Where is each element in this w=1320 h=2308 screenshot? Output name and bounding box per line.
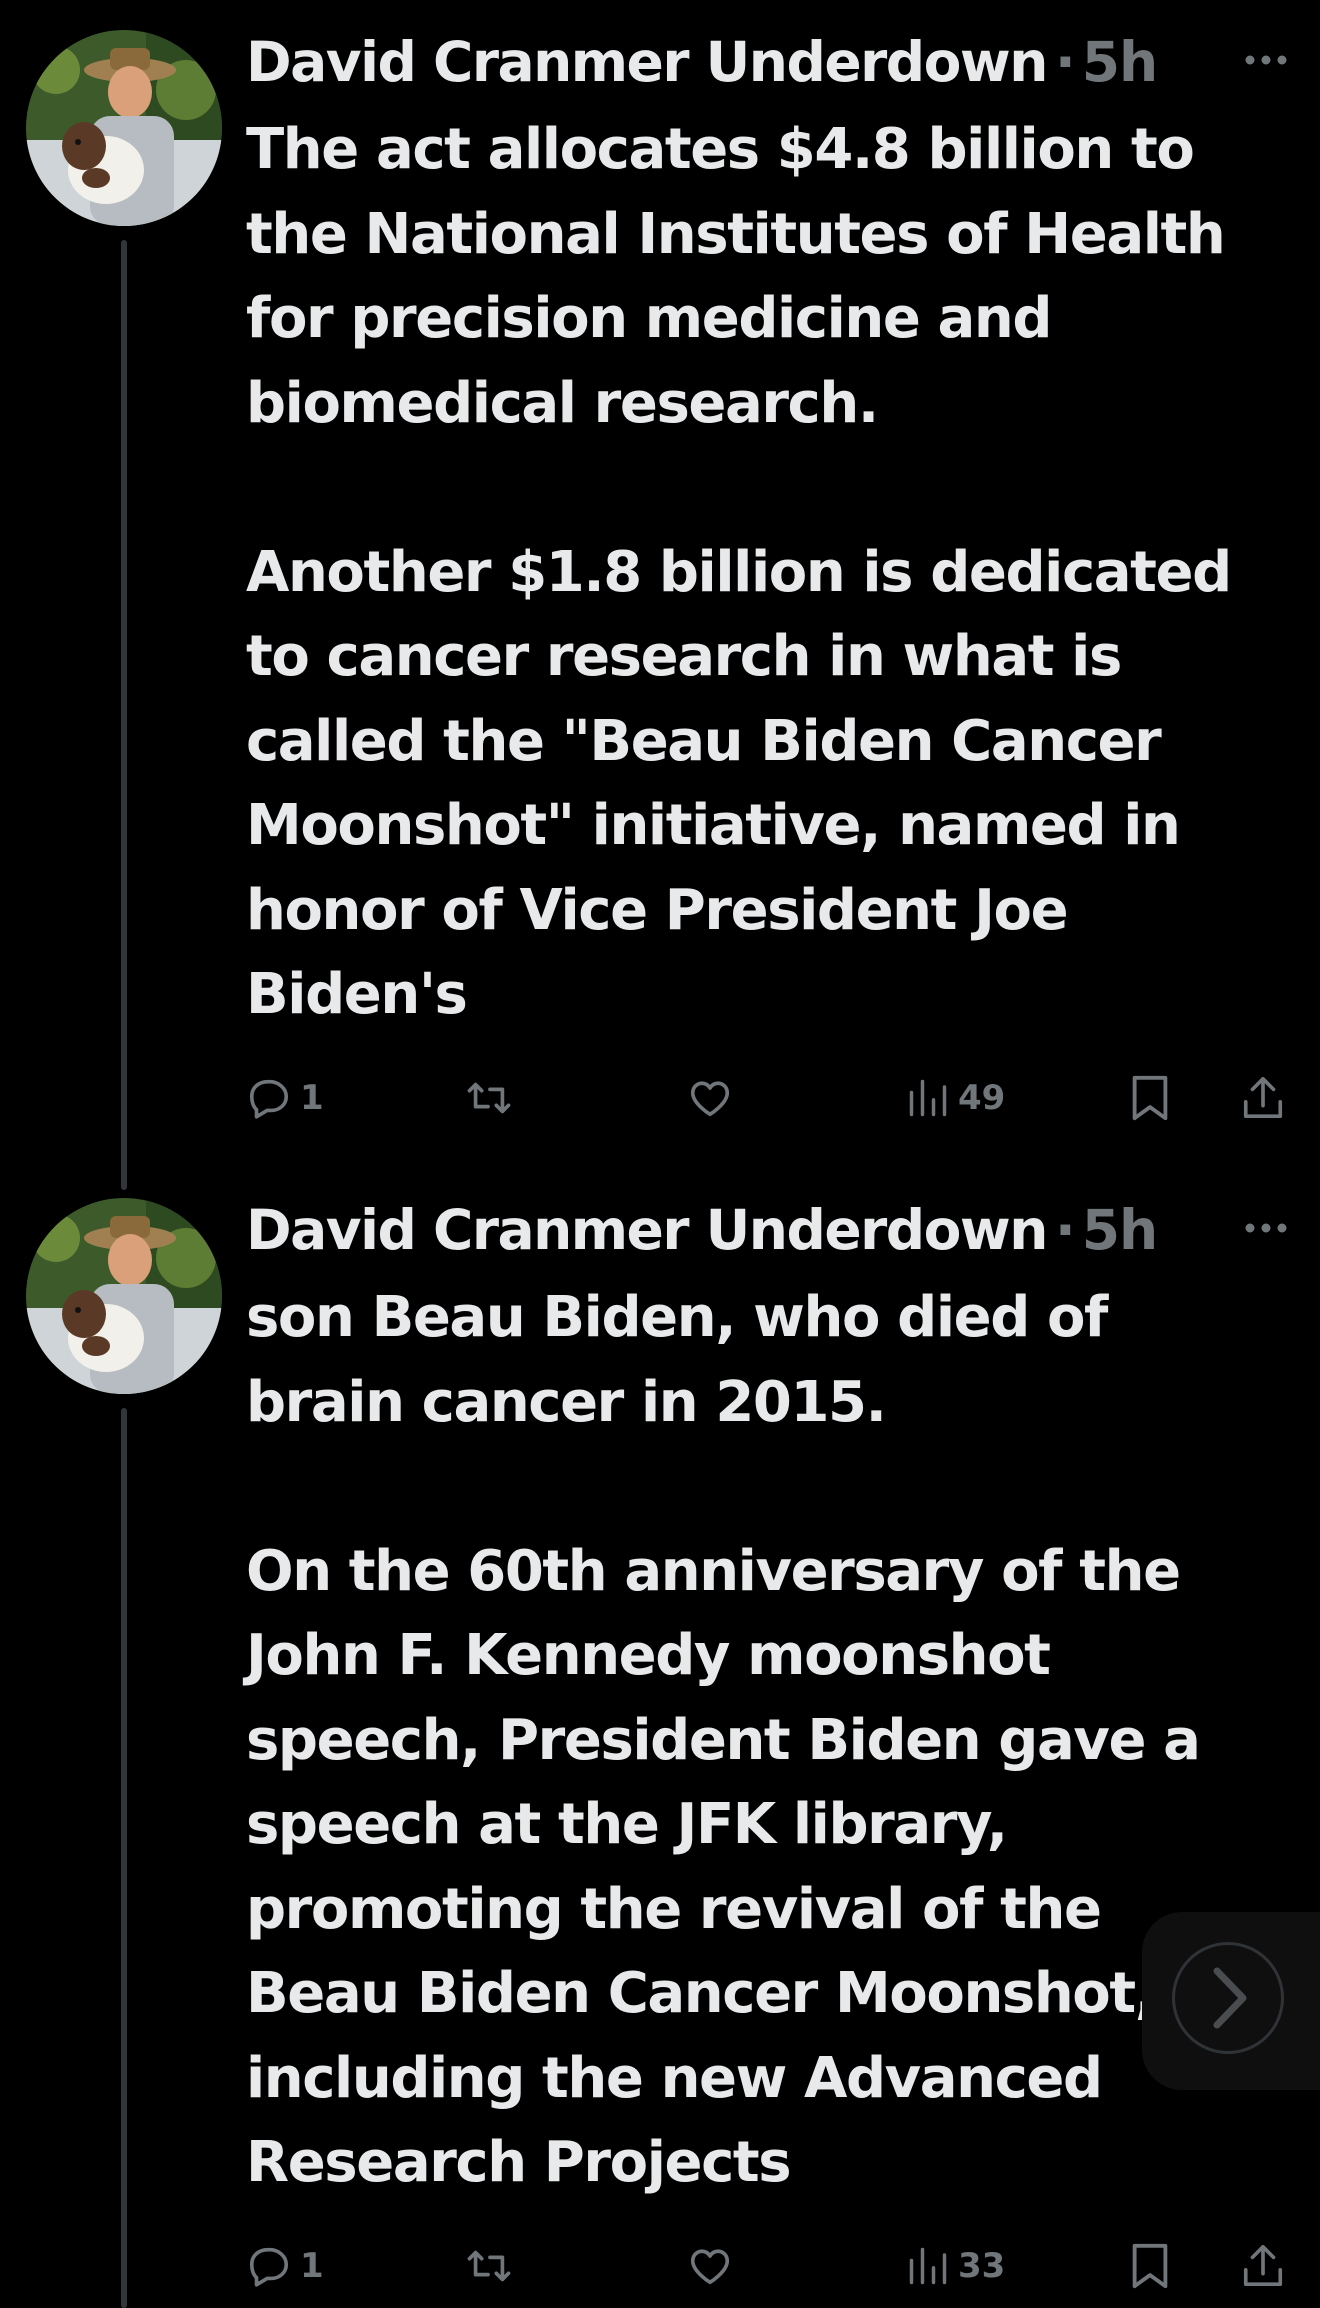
more-horizontal-icon[interactable] <box>1240 34 1292 86</box>
tweet-paragraph: son Beau Biden, who died of brain cancer… <box>246 1285 1108 1435</box>
more-horizontal-icon[interactable] <box>1240 1202 1292 1254</box>
repost-arrows-icon <box>467 2250 511 2282</box>
share-button[interactable] <box>1240 1062 1286 1134</box>
tweet-actions: 1 49 <box>246 1062 1296 1134</box>
share-upload-icon <box>1243 2245 1283 2287</box>
repost-arrows-icon <box>467 1082 511 1114</box>
author-name[interactable]: David Cranmer Underdown <box>246 1198 1048 1262</box>
tweet-paragraph: Another $1.8 billion is dedicated to can… <box>246 539 1232 1028</box>
like-button[interactable] <box>686 2230 742 2302</box>
heart-icon <box>690 2249 730 2285</box>
views-count: 49 <box>958 1078 1006 1118</box>
next-button[interactable] <box>1142 1912 1320 2090</box>
views-count: 33 <box>958 2246 1006 2286</box>
bookmark-button[interactable] <box>1128 1062 1172 1134</box>
reply-button[interactable]: 1 <box>246 1062 324 1134</box>
separator-dot: · <box>1054 30 1076 94</box>
bookmark-icon <box>1132 2243 1168 2289</box>
repost-button[interactable] <box>464 1062 522 1134</box>
views-button[interactable]: 33 <box>906 2230 1005 2302</box>
reply-count: 1 <box>300 1078 324 1118</box>
thread-connector-line <box>121 240 127 1190</box>
tweet-paragraph: The act allocates $4.8 billion to the Na… <box>246 117 1226 436</box>
chevron-right-icon <box>1213 1967 1247 2029</box>
heart-icon <box>690 1081 730 1117</box>
analytics-bars-icon <box>909 1079 947 1117</box>
tweet-header: David Cranmer Underdown · 5h <box>246 1190 1158 1270</box>
tweet-actions: 1 33 <box>246 2230 1296 2302</box>
share-upload-icon <box>1243 1077 1283 1119</box>
like-button[interactable] <box>686 1062 742 1134</box>
timestamp[interactable]: 5h <box>1082 30 1158 94</box>
bookmark-icon <box>1132 1075 1168 1121</box>
tweet-header: David Cranmer Underdown · 5h <box>246 22 1158 102</box>
analytics-bars-icon <box>909 2247 947 2285</box>
share-button[interactable] <box>1240 2230 1286 2302</box>
views-button[interactable]: 49 <box>906 1062 1005 1134</box>
tweet-text: The act allocates $4.8 billion to the Na… <box>246 108 1256 1038</box>
bookmark-button[interactable] <box>1128 2230 1172 2302</box>
avatar[interactable] <box>26 1198 222 1394</box>
reply-button[interactable]: 1 <box>246 2230 324 2302</box>
reply-bubble-icon <box>249 1079 289 1119</box>
timestamp[interactable]: 5h <box>1082 1198 1158 1262</box>
next-button-circle[interactable] <box>1172 1942 1284 2054</box>
reply-bubble-icon <box>249 2247 289 2287</box>
tweet-paragraph: On the 60th anniversary of the John F. K… <box>246 1538 1201 2196</box>
tweet-text: son Beau Biden, who died of brain cancer… <box>246 1276 1256 2206</box>
author-name[interactable]: David Cranmer Underdown <box>246 30 1048 94</box>
avatar[interactable] <box>26 30 222 226</box>
thread-connector-line <box>121 1408 127 2308</box>
repost-button[interactable] <box>464 2230 522 2302</box>
separator-dot: · <box>1054 1198 1076 1262</box>
reply-count: 1 <box>300 2246 324 2286</box>
